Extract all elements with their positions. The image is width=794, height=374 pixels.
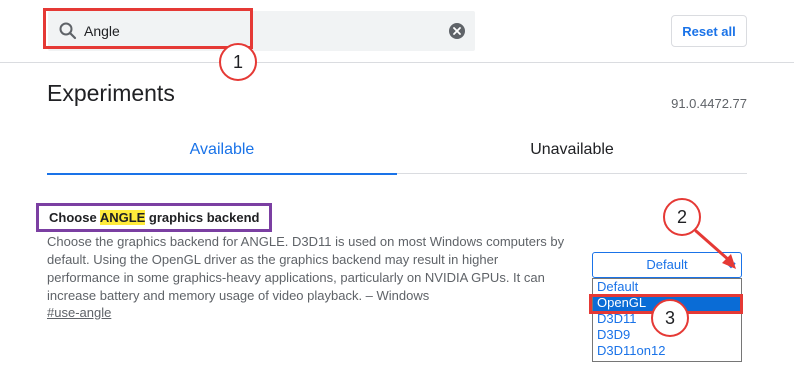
flag-link[interactable]: #use-angle (47, 305, 111, 320)
flag-title-suffix: graphics backend (145, 210, 260, 225)
tab-available[interactable]: Available (47, 140, 397, 175)
tab-unavailable[interactable]: Unavailable (397, 140, 747, 174)
annotation-arrow (694, 229, 736, 269)
search-match-highlight: ANGLE (99, 210, 146, 225)
version-label: 91.0.4472.77 (671, 96, 747, 111)
flag-description: Choose the graphics backend for ANGLE. D… (47, 234, 565, 303)
flag-title: Choose ANGLE graphics backend (36, 203, 273, 232)
clear-icon[interactable] (449, 23, 465, 39)
flag-title-prefix: Choose (49, 210, 100, 225)
step-marker-1: 1 (219, 43, 257, 81)
option-d3d11on12[interactable]: D3D11on12 (593, 343, 741, 359)
reset-all-button[interactable]: Reset all (671, 15, 747, 47)
step-marker-2: 2 (663, 198, 701, 236)
flag-select-value: Default (646, 257, 688, 272)
search-annotation-box (43, 8, 253, 49)
option-default[interactable]: Default (593, 279, 741, 295)
page-title: Experiments (47, 80, 175, 106)
step-marker-3: 3 (651, 299, 689, 337)
